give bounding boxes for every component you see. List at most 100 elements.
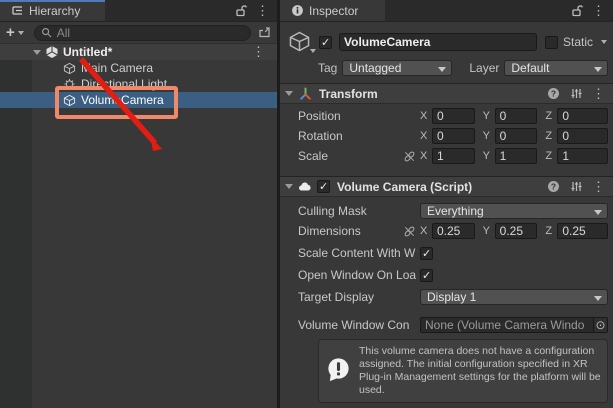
open-window-checkbox[interactable] — [420, 269, 433, 282]
scale-content-checkbox[interactable] — [420, 247, 433, 260]
link-broken-icon[interactable] — [402, 224, 416, 238]
static-checkbox[interactable] — [545, 36, 558, 49]
component-menu-icon[interactable]: ⋮ — [592, 87, 605, 100]
scale-content-label: Scale Content With W — [298, 246, 420, 260]
transform-title: Transform — [319, 87, 378, 101]
transform-body: Position X0 Y0 Z0 Rotation X0 Y0 Z0 — [280, 108, 613, 170]
layer-label: Layer — [469, 61, 499, 75]
hierarchy-item-volumecamera[interactable]: VolumeCamera — [0, 92, 277, 108]
axis-x-label: X — [420, 110, 430, 122]
inspector-tab-label: Inspector — [309, 4, 358, 18]
unity-editor-window: Hierarchy ⋮ + All — [0, 0, 613, 408]
gameobject-icon[interactable] — [288, 30, 312, 54]
help-icon[interactable]: ? — [546, 87, 560, 101]
scene-row-untitled[interactable]: Untitled* ⋮ — [0, 44, 277, 60]
component-enabled-checkbox[interactable] — [317, 180, 330, 193]
panel-menu-icon[interactable]: ⋮ — [592, 4, 605, 17]
name-input[interactable]: VolumeCamera — [339, 33, 537, 51]
inspector-tabbar: Inspector ⋮ — [280, 0, 613, 22]
axis-y-label: Y — [483, 150, 493, 162]
tab-inspector[interactable]: Inspector — [280, 0, 385, 21]
warning-bubble-icon — [325, 356, 352, 386]
position-x-input[interactable]: 0 — [432, 108, 475, 124]
svg-text:?: ? — [550, 88, 555, 98]
scale-y-input[interactable]: 1 — [495, 148, 538, 164]
hierarchy-item-directional-light[interactable]: Directional Light — [0, 76, 277, 92]
plus-icon: + — [6, 25, 15, 40]
rotation-z-input[interactable]: 0 — [557, 128, 608, 144]
presets-icon[interactable] — [569, 180, 583, 194]
presets-icon[interactable] — [569, 87, 583, 101]
light-icon — [62, 77, 76, 91]
cloud-script-icon — [298, 180, 312, 194]
position-row: Position X0 Y0 Z0 — [298, 108, 608, 124]
foldout-open-icon[interactable] — [285, 184, 293, 189]
volume-camera-body: Culling Mask Everything Dimensions — [280, 197, 613, 408]
rotation-label: Rotation — [298, 129, 402, 143]
culling-mask-label: Culling Mask — [298, 204, 420, 218]
create-object-button[interactable]: + — [6, 25, 24, 40]
axis-x-label: X — [420, 130, 430, 142]
hierarchy-tabbar: Hierarchy ⋮ — [0, 0, 277, 22]
dimensions-y-input[interactable]: 0.25 — [495, 223, 538, 239]
static-label: Static — [563, 35, 593, 49]
position-z-input[interactable]: 0 — [557, 108, 608, 124]
chevron-down-icon — [310, 49, 316, 53]
position-label: Position — [298, 109, 402, 123]
open-search-window-icon[interactable] — [257, 26, 271, 40]
tag-label: Tag — [318, 61, 337, 75]
foldout-open-icon[interactable] — [33, 50, 41, 55]
object-picker-icon[interactable]: ⊙ — [593, 318, 607, 332]
lock-icon[interactable] — [570, 4, 584, 18]
volume-window-row: Volume Window Con None (Volume Camera Wi… — [298, 317, 608, 333]
axis-x-label: X — [420, 225, 430, 237]
item-label: Main Camera — [81, 61, 153, 75]
dimensions-z-input[interactable]: 0.25 — [557, 223, 608, 239]
transform-header[interactable]: Transform ? ⋮ — [280, 84, 613, 104]
rotation-x-input[interactable]: 0 — [432, 128, 475, 144]
scale-label: Scale — [298, 149, 402, 163]
axis-z-label: Z — [545, 130, 555, 142]
dimensions-x-input[interactable]: 0.25 — [432, 223, 475, 239]
hierarchy-tab-label: Hierarchy — [29, 4, 80, 18]
dimensions-row: Dimensions X0.25 Y0.25 Z0.25 — [298, 223, 608, 239]
layer-dropdown[interactable]: Default — [504, 60, 608, 76]
volume-window-object-field[interactable]: None (Volume Camera Windo ⊙ — [420, 317, 608, 333]
open-window-row: Open Window On Loa — [298, 267, 608, 283]
hierarchy-tree: Untitled* ⋮ Main Camera Directional Ligh… — [0, 44, 277, 108]
target-display-dropdown[interactable]: Display 1 — [420, 289, 608, 305]
axis-z-label: Z — [545, 150, 555, 162]
component-menu-icon[interactable]: ⋮ — [592, 180, 605, 193]
help-icon[interactable]: ? — [546, 180, 560, 194]
lock-icon[interactable] — [234, 4, 248, 18]
culling-mask-dropdown[interactable]: Everything — [420, 203, 608, 219]
rotation-y-input[interactable]: 0 — [495, 128, 538, 144]
axis-y-label: Y — [483, 110, 493, 122]
hierarchy-panel: Hierarchy ⋮ + All — [0, 0, 277, 408]
link-broken-icon[interactable] — [402, 149, 416, 163]
target-display-row: Target Display Display 1 — [298, 289, 608, 305]
tag-dropdown[interactable]: Untagged — [342, 60, 452, 76]
scale-z-input[interactable]: 1 — [557, 148, 608, 164]
hierarchy-item-main-camera[interactable]: Main Camera — [0, 60, 277, 76]
gameobject-header: VolumeCamera Static Tag Untagged Layer D… — [280, 22, 613, 83]
scale-row: Scale X1 Y1 Z1 — [298, 148, 608, 164]
position-y-input[interactable]: 0 — [495, 108, 538, 124]
foldout-open-icon[interactable] — [285, 91, 293, 96]
dimensions-label: Dimensions — [298, 224, 402, 238]
volume-camera-header[interactable]: Volume Camera (Script) ? ⋮ — [280, 177, 613, 197]
target-display-label: Target Display — [298, 290, 420, 304]
panel-menu-icon[interactable]: ⋮ — [256, 4, 269, 17]
scale-x-input[interactable]: 1 — [432, 148, 475, 164]
unity-scene-icon — [45, 45, 59, 59]
tab-hierarchy[interactable]: Hierarchy — [0, 0, 105, 21]
hierarchy-search-input[interactable]: All — [34, 25, 251, 41]
scene-menu-icon[interactable]: ⋮ — [252, 45, 265, 58]
active-checkbox[interactable] — [319, 36, 332, 49]
axis-y-label: Y — [483, 225, 493, 237]
item-label: Directional Light — [81, 77, 167, 91]
volume-window-label: Volume Window Con — [298, 318, 420, 332]
transform-icon — [298, 87, 312, 101]
static-dropdown-icon[interactable] — [601, 40, 607, 44]
hierarchy-toolbar: + All — [0, 22, 277, 44]
